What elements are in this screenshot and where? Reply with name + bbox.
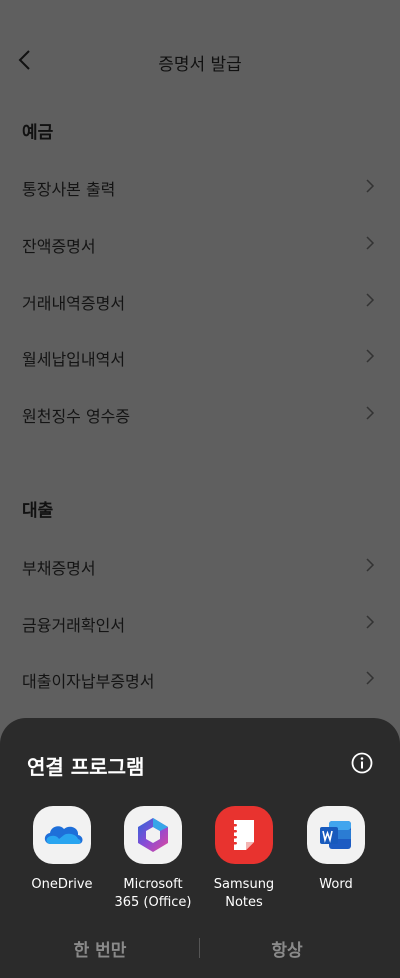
just-once-button[interactable]: 한 번만	[0, 936, 200, 961]
chevron-right-icon	[366, 179, 375, 193]
list-item-label: 잔액증명서	[22, 237, 96, 256]
word-icon	[307, 806, 365, 864]
list-item[interactable]: 대출이자납부증명서	[0, 654, 400, 702]
chevron-right-icon	[366, 293, 375, 307]
app-label: Word	[319, 877, 353, 892]
page-title: 증명서 발급	[158, 55, 242, 75]
list-item[interactable]: 원천징수 영수증	[0, 389, 400, 437]
list-item-label: 부채증명서	[22, 559, 96, 578]
app-label: OneDrive	[31, 877, 93, 892]
list-item[interactable]: 통장사본 출력	[0, 162, 400, 210]
list-item[interactable]: 월세납입내역서	[0, 332, 400, 380]
list-item-label: 거래내역증명서	[22, 294, 126, 313]
chevron-right-icon	[366, 671, 375, 685]
open-with-sheet: 연결 프로그램 OneDrive Microsoft 365 (Office) …	[0, 718, 400, 978]
list-item-label: 통장사본 출력	[22, 180, 116, 199]
app-label: Samsung Notes	[213, 877, 275, 910]
header: 증명서 발급	[0, 36, 400, 86]
list-item[interactable]: 금융거래확인서	[0, 598, 400, 646]
list-item[interactable]: 잔액증명서	[0, 219, 400, 267]
chevron-right-icon	[366, 615, 375, 629]
sheet-title: 연결 프로그램	[27, 755, 145, 779]
section-title-deposit: 예금	[22, 123, 54, 143]
list-item-label: 월세납입내역서	[22, 350, 126, 369]
chevron-right-icon	[366, 558, 375, 572]
chevron-right-icon	[366, 236, 375, 250]
onedrive-icon	[33, 806, 91, 864]
chevron-right-icon	[366, 406, 375, 420]
samsung-notes-icon	[215, 806, 273, 864]
list-item-label: 원천징수 영수증	[22, 407, 131, 426]
chevron-right-icon	[366, 349, 375, 363]
list-item-label: 금융거래확인서	[22, 616, 126, 635]
always-button[interactable]: 항상	[187, 936, 387, 961]
microsoft-365-icon	[124, 806, 182, 864]
list-item[interactable]: 부채증명서	[0, 541, 400, 589]
list-item[interactable]: 거래내역증명서	[0, 276, 400, 324]
section-title-loan: 대출	[22, 501, 54, 521]
list-item-label: 대출이자납부증명서	[22, 672, 155, 691]
info-icon[interactable]	[350, 751, 374, 775]
app-label: Microsoft 365 (Office)	[114, 877, 192, 910]
